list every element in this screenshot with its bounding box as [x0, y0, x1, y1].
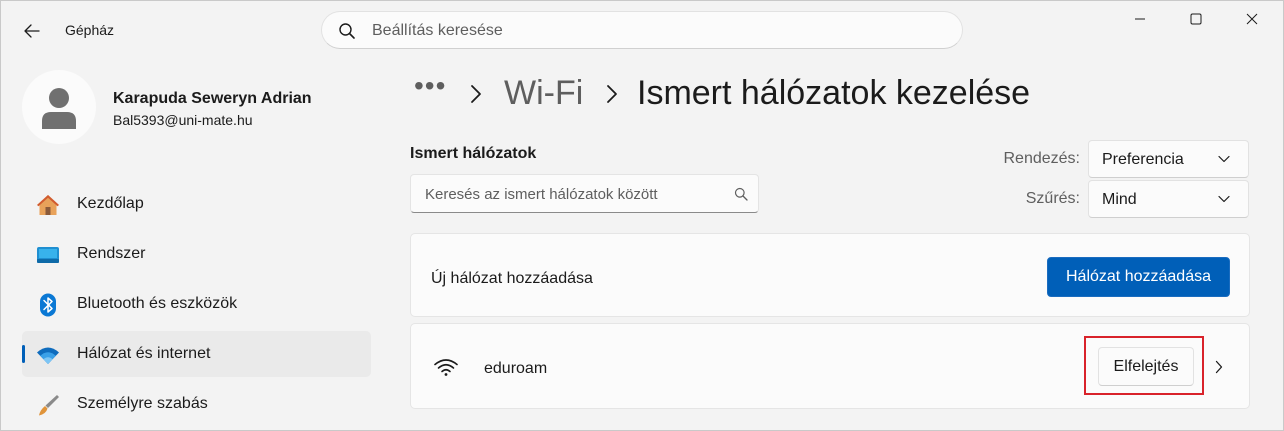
user-icon	[42, 88, 76, 129]
add-network-label: Új hálózat hozzáadása	[431, 270, 593, 287]
sidebar-item-network[interactable]: Hálózat és internet	[22, 331, 371, 377]
chevron-right-icon	[607, 85, 617, 103]
maximize-icon	[1190, 13, 1202, 25]
page-title: Ismert hálózatok kezelése	[637, 74, 1031, 112]
sidebar-item-bluetooth[interactable]: Bluetooth és eszközök	[22, 281, 371, 327]
search-placeholder: Keresés az ismert hálózatok között	[425, 186, 658, 203]
breadcrumb-wifi-link[interactable]: Wi-Fi	[504, 74, 583, 113]
known-networks-search-input[interactable]: Keresés az ismert hálózatok között	[410, 174, 759, 213]
search-icon	[734, 187, 748, 201]
brush-icon	[39, 395, 59, 416]
section-title: Ismert hálózatok	[410, 145, 537, 162]
add-network-card: Új hálózat hozzáadása Hálózat hozzáadása	[410, 233, 1250, 317]
minimize-button[interactable]	[1112, 0, 1168, 38]
filter-label: Szűrés:	[1025, 190, 1080, 207]
close-button[interactable]	[1224, 0, 1280, 38]
profile-name: Karapuda Seweryn Adrian	[113, 90, 312, 107]
search-placeholder: Beállítás keresése	[372, 22, 503, 39]
app-title: Gépház	[65, 22, 115, 38]
title-bar: Gépház Beállítás keresése	[0, 0, 1284, 62]
avatar[interactable]	[22, 70, 96, 144]
profile-email: Bal5393@uni-mate.hu	[113, 112, 253, 128]
sidebar-item-label: Kezdőlap	[77, 195, 144, 212]
network-icon	[37, 347, 59, 364]
search-icon	[339, 23, 355, 39]
filter-value: Mind	[1102, 191, 1137, 208]
sidebar-item-label: Bluetooth és eszközök	[77, 295, 238, 312]
network-name: eduroam	[484, 360, 548, 377]
wifi-icon	[434, 359, 458, 376]
sidebar-item-label: Hálózat és internet	[77, 345, 211, 362]
filter-dropdown[interactable]: Mind	[1088, 180, 1249, 218]
chevron-right-icon[interactable]	[1215, 360, 1223, 374]
forget-button[interactable]: Elfelejtés	[1098, 347, 1194, 386]
active-indicator	[22, 345, 25, 363]
home-icon	[37, 195, 59, 215]
sort-label: Rendezés:	[1003, 150, 1081, 167]
arrow-left-icon	[24, 24, 40, 38]
breadcrumb-overflow-button[interactable]: •••	[414, 70, 446, 102]
chevron-right-icon	[471, 85, 481, 103]
bluetooth-icon	[40, 293, 56, 317]
sidebar-item-label: Rendszer	[77, 245, 146, 262]
close-icon	[1246, 13, 1258, 25]
sort-dropdown[interactable]: Preferencia	[1088, 140, 1249, 178]
chevron-down-icon	[1218, 195, 1230, 203]
minimize-icon	[1135, 18, 1145, 20]
sidebar-item-personalization[interactable]: Személyre szabás	[22, 381, 371, 427]
settings-search-input[interactable]: Beállítás keresése	[321, 11, 963, 49]
sidebar-item-system[interactable]: Rendszer	[22, 231, 371, 277]
system-icon	[37, 247, 59, 263]
back-button[interactable]	[14, 14, 50, 48]
sidebar-item-label: Személyre szabás	[77, 395, 208, 412]
add-network-button[interactable]: Hálózat hozzáadása	[1047, 257, 1230, 297]
maximize-button[interactable]	[1168, 0, 1224, 38]
known-network-row[interactable]: eduroam Elfelejtés	[410, 323, 1250, 409]
chevron-down-icon	[1218, 155, 1230, 163]
sort-value: Preferencia	[1102, 151, 1184, 168]
sidebar-item-home[interactable]: Kezdőlap	[22, 181, 371, 227]
